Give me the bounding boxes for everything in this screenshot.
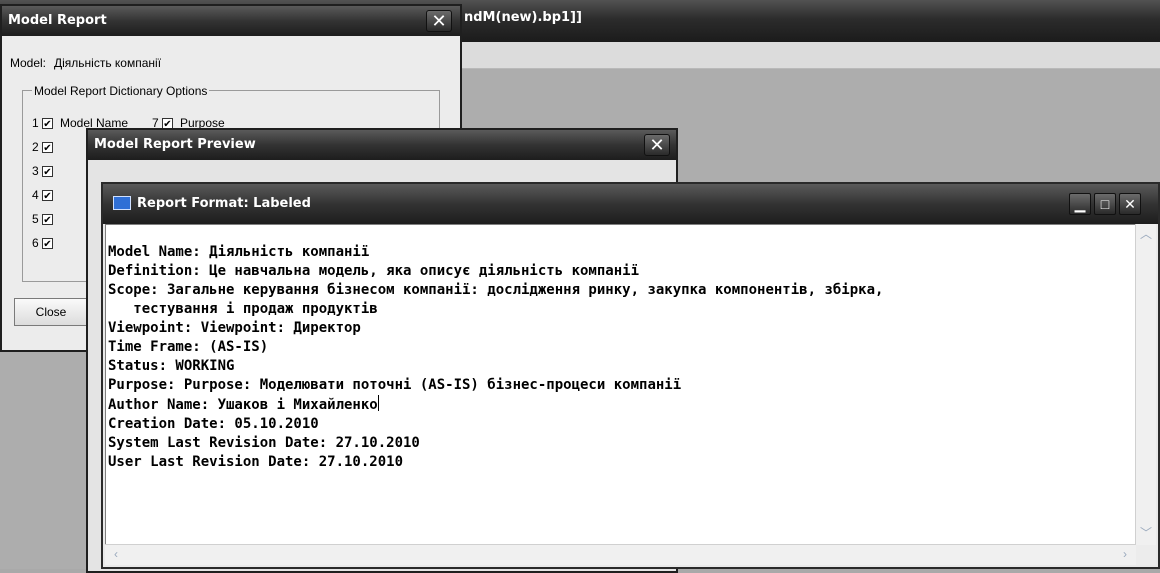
scroll-right-icon[interactable]: ›: [1116, 546, 1134, 564]
report-line: Definition: Це навчальна модель, яка опи…: [108, 263, 640, 279]
report-title: Report Format: Labeled: [137, 196, 311, 211]
minimize-icon[interactable]: ▁: [1069, 193, 1091, 215]
option-checkbox-model-name[interactable]: ✔: [42, 118, 53, 130]
close-icon[interactable]: ✕: [1119, 193, 1141, 215]
preview-title: Model Report Preview: [94, 137, 256, 152]
report-line: Status: WORKING: [108, 358, 235, 374]
preview-titlebar: Model Report Preview: [88, 130, 676, 160]
report-line: Model Name: Діяльність компанії: [108, 244, 370, 260]
option-checkbox-3[interactable]: ✔: [42, 166, 53, 178]
dictionary-options-title: Model Report Dictionary Options: [32, 84, 210, 98]
report-line: Scope: Загальне керування бізнесом компа…: [108, 282, 884, 298]
option-checkbox-6[interactable]: ✔: [42, 238, 53, 250]
option-num-3: 3: [32, 164, 39, 178]
option-checkbox-5[interactable]: ✔: [42, 214, 53, 226]
model-report-close-icon[interactable]: ✕: [426, 10, 452, 32]
report-line: Purpose: Purpose: Моделювати поточні (AS…: [108, 377, 682, 393]
scroll-up-icon[interactable]: ︿: [1137, 226, 1155, 244]
option-num-4: 4: [32, 188, 39, 202]
horizontal-scrollbar[interactable]: ‹ ›: [105, 544, 1136, 565]
option-num-1: 1: [32, 116, 39, 130]
report-line: Creation Date: 05.10.2010: [108, 416, 319, 432]
option-checkbox-2[interactable]: ✔: [42, 142, 53, 154]
model-value: Діяльність компанії: [54, 56, 162, 70]
maximize-icon[interactable]: □: [1094, 193, 1116, 215]
option-num-5: 5: [32, 212, 39, 226]
vertical-scrollbar[interactable]: ︿ ﹀: [1135, 224, 1156, 545]
option-checkbox-4[interactable]: ✔: [42, 190, 53, 202]
report-titlebar: Report Format: Labeled: [103, 184, 1158, 224]
scroll-down-icon[interactable]: ﹀: [1137, 525, 1155, 543]
report-line: System Last Revision Date: 27.10.2010: [108, 435, 420, 451]
report-text: Model Name: Діяльність компанії Definiti…: [106, 225, 1135, 472]
option-num-2: 2: [32, 140, 39, 154]
text-cursor: [377, 395, 379, 411]
model-report-titlebar: Model Report: [2, 6, 460, 36]
report-format-window: Report Format: Labeled ▁ □ ✕ Model Name:…: [101, 182, 1160, 569]
window-app-icon: [113, 196, 131, 210]
model-report-title: Model Report: [8, 13, 107, 28]
app-title: ndM(new).bp1]]: [464, 10, 582, 25]
preview-close-icon[interactable]: ✕: [644, 134, 670, 156]
report-line: тестування і продаж продуктів: [108, 301, 378, 317]
report-line: Time Frame: (AS-IS): [108, 339, 269, 355]
scroll-left-icon[interactable]: ‹: [107, 546, 125, 564]
report-line: User Last Revision Date: 27.10.2010: [108, 454, 404, 470]
report-line: Viewpoint: Viewpoint: Директор: [108, 320, 361, 336]
option-num-6: 6: [32, 236, 39, 250]
model-label: Model:: [10, 56, 47, 70]
resize-grip-icon[interactable]: [1136, 545, 1156, 565]
report-line: Author Name: Ушаков і Михайленко: [108, 397, 378, 413]
report-text-area[interactable]: Model Name: Діяльність компанії Definiti…: [105, 224, 1136, 545]
close-button[interactable]: Close: [14, 298, 88, 326]
